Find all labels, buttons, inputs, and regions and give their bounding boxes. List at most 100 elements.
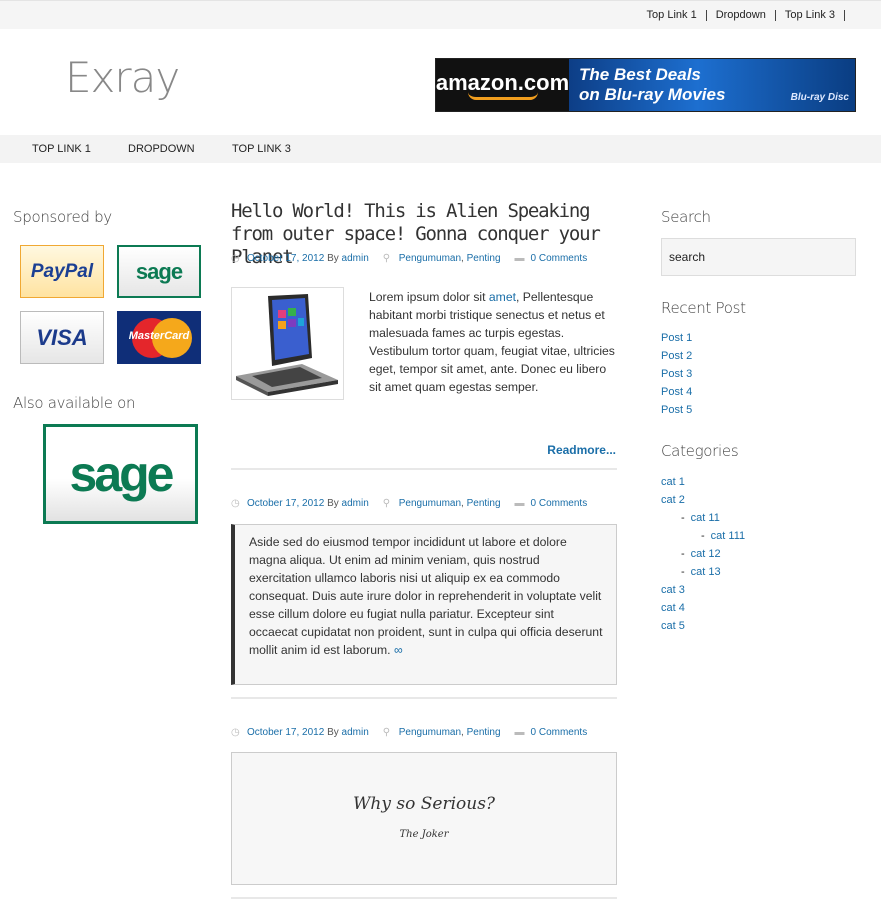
list-item: cat 11 cat 111 <box>681 509 745 545</box>
laptop-image <box>236 294 338 396</box>
site-logo[interactable]: Exray <box>65 53 180 102</box>
list-item: Post 1 <box>661 329 692 347</box>
recent-post-link[interactable]: Post 2 <box>661 350 692 362</box>
top-link-3[interactable]: Top Link 3 <box>776 10 845 21</box>
aside-post: Aside sed do eiusmod tempor incididunt u… <box>231 524 617 685</box>
category-link[interactable]: Pengumuman <box>399 727 461 738</box>
list-item: cat 2 cat 11 cat 111 cat 12 cat 13 <box>661 491 745 581</box>
excerpt-link[interactable]: amet <box>489 290 516 304</box>
link-icon: ⚲ <box>382 497 391 509</box>
post-date[interactable]: October 17, 2012 <box>247 498 324 509</box>
bluray-disc-logo: Blu-ray Disc <box>790 92 849 103</box>
recent-post-link[interactable]: Post 5 <box>661 404 692 416</box>
recent-post-link[interactable]: Post 4 <box>661 386 692 398</box>
list-item: cat 3 <box>661 581 745 599</box>
list-item: cat 111 <box>701 527 745 545</box>
category-item[interactable]: cat 111 <box>711 530 745 542</box>
excerpt-text: Lorem ipsum dolor sit <box>369 290 489 304</box>
main-nav: TOP LINK 1 DROPDOWN TOP LINK 3 <box>0 135 881 163</box>
category-item[interactable]: cat 11 <box>691 512 720 524</box>
post-meta: ◷ October 17, 2012 By admin ⚲ Pengumuman… <box>231 497 588 509</box>
comment-icon: ▬ <box>514 726 525 738</box>
list-item: cat 5 <box>661 617 745 635</box>
list-item: Post 4 <box>661 383 692 401</box>
comment-icon: ▬ <box>514 252 525 264</box>
post-author[interactable]: admin <box>342 727 369 738</box>
quote-text: Why so Serious? <box>352 794 496 814</box>
post-thumbnail[interactable] <box>231 287 344 400</box>
category-item[interactable]: cat 4 <box>661 602 685 614</box>
banner-text: The Best Deals on Blu-ray Movies Blu-ray… <box>569 59 855 111</box>
recent-post-link[interactable]: Post 1 <box>661 332 692 344</box>
list-item: Post 3 <box>661 365 692 383</box>
top-link-1[interactable]: Top Link 1 <box>638 10 707 21</box>
category-item[interactable]: cat 13 <box>691 566 721 578</box>
top-utility-bar: Top Link 1 Dropdown Top Link 3 <box>0 0 881 29</box>
category-item[interactable]: cat 3 <box>661 584 685 596</box>
top-links: Top Link 1 Dropdown Top Link 3 <box>638 10 845 21</box>
category-item[interactable]: cat 5 <box>661 620 685 632</box>
category-link[interactable]: Penting <box>467 253 501 264</box>
category-link[interactable]: Pengumuman <box>399 253 461 264</box>
paypal-label: PayPal <box>30 260 94 282</box>
sponsored-heading: Sponsored by <box>13 208 112 226</box>
top-link-dropdown[interactable]: Dropdown <box>707 10 776 21</box>
comments-link[interactable]: 0 Comments <box>531 727 588 738</box>
post-date[interactable]: October 17, 2012 <box>247 253 324 264</box>
post-author[interactable]: admin <box>342 498 369 509</box>
sage-label: sage <box>135 258 183 284</box>
comments-link[interactable]: 0 Comments <box>531 498 588 509</box>
nav-top-link-3[interactable]: TOP LINK 3 <box>232 143 291 155</box>
recent-post-list: Post 1 Post 2 Post 3 Post 4 Post 5 <box>661 329 692 419</box>
clock-icon: ◷ <box>231 726 240 738</box>
comments-link[interactable]: 0 Comments <box>531 253 588 264</box>
permalink-icon[interactable]: ∞ <box>394 643 403 657</box>
excerpt-text: , Pellentesque habitant morbi tristique … <box>369 290 615 394</box>
visa-logo[interactable]: VISA <box>20 311 104 364</box>
visa-label: VISA <box>36 324 88 350</box>
post-meta: ◷ October 17, 2012 By admin ⚲ Pengumuman… <box>231 252 588 264</box>
readmore-link[interactable]: Readmore... <box>547 443 616 457</box>
post-divider <box>231 897 617 899</box>
subcategory-list: cat 11 cat 111 cat 12 cat 13 <box>661 509 745 581</box>
category-item[interactable]: cat 1 <box>661 476 685 488</box>
aside-text: Aside sed do eiusmod tempor incididunt u… <box>249 535 603 657</box>
also-available-heading: Also available on <box>13 394 136 412</box>
mastercard-label: MasterCard <box>128 329 190 342</box>
by-label: By <box>327 253 339 264</box>
by-label: By <box>327 498 339 509</box>
post-meta: ◷ October 17, 2012 By admin ⚲ Pengumuman… <box>231 726 588 738</box>
post-author[interactable]: admin <box>342 253 369 264</box>
recent-post-link[interactable]: Post 3 <box>661 368 692 380</box>
post-date[interactable]: October 17, 2012 <box>247 727 324 738</box>
nav-top-link-1[interactable]: TOP LINK 1 <box>32 143 91 155</box>
search-input[interactable] <box>661 238 856 276</box>
search-heading: Search <box>661 208 711 226</box>
sage-large-logo[interactable]: sage <box>43 424 198 524</box>
recent-post-heading: Recent Post <box>661 299 746 317</box>
subcategory-list: cat 111 <box>681 527 745 545</box>
link-icon: ⚲ <box>382 252 391 264</box>
category-item[interactable]: cat 2 <box>661 494 685 506</box>
category-link[interactable]: Penting <box>467 498 501 509</box>
link-icon: ⚲ <box>382 726 391 738</box>
list-item: cat 4 <box>661 599 745 617</box>
sage-logo[interactable]: sage <box>117 245 201 298</box>
paypal-logo[interactable]: PayPal <box>20 245 104 298</box>
list-item: Post 2 <box>661 347 692 365</box>
quote-post: Why so Serious? The Joker <box>231 752 617 885</box>
category-link[interactable]: Penting <box>467 727 501 738</box>
post-excerpt: Lorem ipsum dolor sit amet, Pellentesque… <box>369 288 617 396</box>
list-item: Post 5 <box>661 401 692 419</box>
amazon-bluray-banner[interactable]: amazon.com The Best Deals on Blu-ray Mov… <box>435 58 856 112</box>
list-item: cat 12 <box>681 545 745 563</box>
category-link[interactable]: Pengumuman <box>399 498 461 509</box>
categories-heading: Categories <box>661 442 739 460</box>
nav-dropdown[interactable]: DROPDOWN <box>128 143 195 155</box>
list-item: cat 1 <box>661 473 745 491</box>
mastercard-logo[interactable]: MasterCard <box>117 311 201 364</box>
quote-author: The Joker <box>399 829 449 840</box>
comment-icon: ▬ <box>514 497 525 509</box>
category-item[interactable]: cat 12 <box>691 548 721 560</box>
clock-icon: ◷ <box>231 252 240 264</box>
